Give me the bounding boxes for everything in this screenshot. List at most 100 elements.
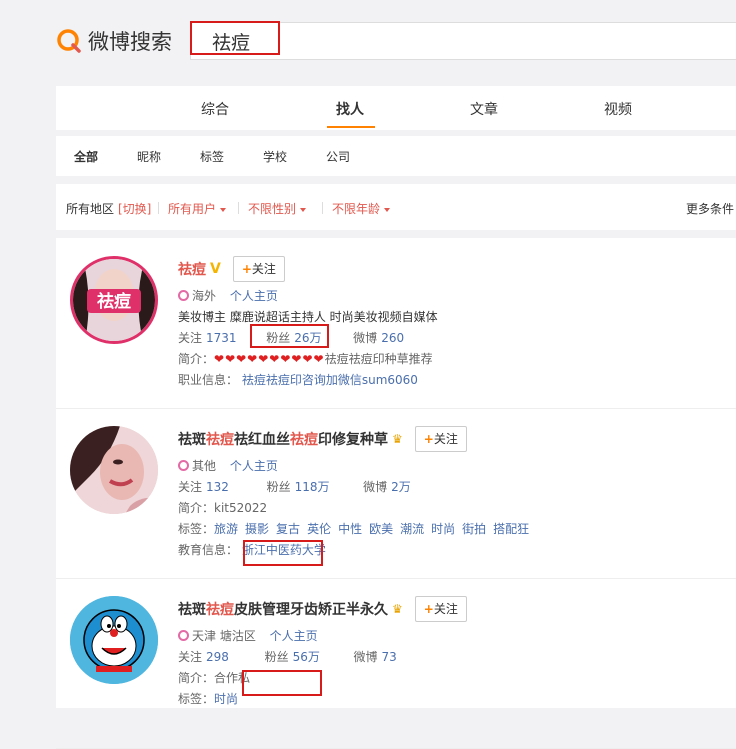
avatar[interactable] bbox=[70, 596, 158, 684]
avatar-image bbox=[70, 426, 158, 514]
subtab-company[interactable]: 公司 bbox=[326, 148, 350, 165]
user-name[interactable]: 祛斑 祛痘 祛红血丝 祛痘 印修复种草 ♛ +关注 bbox=[178, 426, 536, 452]
main-content: 综合 找人 文章 视频 全部 昵称 标签 学校 公司 所有地区 [切换] 所有用… bbox=[56, 84, 736, 749]
follow-button[interactable]: +关注 bbox=[232, 256, 285, 282]
tag[interactable]: 摄影 bbox=[245, 522, 269, 536]
follow-button-label: 关注 bbox=[433, 602, 458, 616]
filter-users-label: 所有用户 bbox=[168, 202, 217, 216]
plus-icon: + bbox=[241, 262, 252, 276]
search-tabs: 综合 找人 文章 视频 bbox=[56, 86, 736, 130]
fans-count[interactable]: 118万 bbox=[295, 480, 330, 494]
user-card: 祛痘 祛痘 V +关注 海外 个人主页 美妆博主 糜鹿说超话主持人 时尚美妆视频… bbox=[56, 238, 736, 409]
user-name[interactable]: 祛斑 祛痘 皮肤管理牙齿矫正半永久 ♛ +关注 bbox=[178, 596, 467, 622]
tag[interactable]: 复古 bbox=[276, 522, 300, 536]
job-text[interactable]: 祛痘祛痘印咨询加微信sum6060 bbox=[242, 373, 418, 387]
fans-count[interactable]: 56万 bbox=[293, 650, 320, 664]
plus-icon: + bbox=[423, 432, 434, 446]
homepage-link[interactable]: 个人主页 bbox=[230, 289, 278, 303]
following-count[interactable]: 298 bbox=[206, 650, 229, 664]
subtab-school[interactable]: 学校 bbox=[263, 148, 287, 165]
job-line: 职业信息： 祛痘祛痘印咨询加微信sum6060 bbox=[178, 370, 438, 391]
edu-label: 教育信息： bbox=[178, 543, 239, 557]
weibo-search-logo[interactable]: 微博搜索 bbox=[56, 26, 172, 56]
caret-down-icon bbox=[384, 207, 391, 212]
weibo-count[interactable]: 2万 bbox=[391, 480, 411, 494]
intro-label: 简介： bbox=[178, 671, 215, 685]
follow-button-label: 关注 bbox=[433, 432, 458, 446]
location-line: 其他 个人主页 bbox=[178, 456, 536, 477]
filter-region-switch[interactable]: [切换] bbox=[118, 200, 151, 217]
tags-label: 标签： bbox=[178, 692, 215, 706]
caret-down-icon bbox=[220, 207, 227, 212]
follow-button[interactable]: +关注 bbox=[414, 596, 467, 622]
weibo-count[interactable]: 73 bbox=[382, 650, 397, 664]
results-list: 祛痘 祛痘 V +关注 海外 个人主页 美妆博主 糜鹿说超话主持人 时尚美妆视频… bbox=[56, 238, 736, 749]
follow-button[interactable]: +关注 bbox=[414, 426, 467, 452]
user-name-highlight[interactable]: 祛痘 bbox=[206, 599, 234, 619]
tag[interactable]: 潮流 bbox=[400, 522, 424, 536]
filter-age[interactable]: 不限年龄 bbox=[332, 200, 391, 217]
intro-label: 简介： bbox=[178, 352, 215, 366]
user-name-part[interactable]: 祛斑 bbox=[178, 599, 206, 619]
avatar-logo-text: 祛痘 bbox=[97, 291, 131, 312]
tag[interactable]: 欧美 bbox=[369, 522, 393, 536]
tag[interactable]: 英伦 bbox=[307, 522, 331, 536]
user-name-part[interactable]: 祛红血丝 bbox=[234, 429, 290, 449]
filter-gender[interactable]: 不限性别 bbox=[248, 200, 307, 217]
user-name-highlight[interactable]: 祛痘 bbox=[178, 259, 206, 279]
subtab-nickname[interactable]: 昵称 bbox=[137, 148, 161, 165]
intro-line: 简介：kit52022 bbox=[178, 498, 536, 519]
user-name-part[interactable]: 皮肤管理牙齿矫正半永久 bbox=[234, 599, 388, 619]
tag[interactable]: 时尚 bbox=[431, 522, 455, 536]
tags-line: 标签：旅游 摄影 复古 英伦 中性 欧美 潮流 时尚 街拍 搭配狂 bbox=[178, 519, 536, 540]
tag[interactable]: 街拍 bbox=[462, 522, 486, 536]
logo-q-icon bbox=[57, 29, 81, 53]
location: 天津 塘沽区 bbox=[192, 629, 256, 643]
filter-gender-label: 不限性别 bbox=[248, 202, 297, 216]
logo-text: 微博搜索 bbox=[88, 30, 172, 54]
tab-general[interactable]: 综合 bbox=[201, 99, 229, 119]
user-name-part[interactable]: 祛斑 bbox=[178, 429, 206, 449]
tag[interactable]: 中性 bbox=[338, 522, 362, 536]
homepage-link[interactable]: 个人主页 bbox=[270, 629, 318, 643]
more-conditions-link[interactable]: 更多条件 bbox=[686, 200, 734, 217]
weibo-label: 微博 bbox=[353, 331, 378, 345]
annotation-box-search bbox=[190, 21, 280, 55]
avatar[interactable] bbox=[70, 426, 158, 514]
tag[interactable]: 搭配狂 bbox=[493, 522, 529, 536]
tab-videos[interactable]: 视频 bbox=[604, 99, 632, 119]
tag[interactable]: 时尚 bbox=[214, 692, 238, 706]
subtab-all[interactable]: 全部 bbox=[74, 148, 98, 165]
intro-line: 简介：合作私 bbox=[178, 668, 467, 689]
fans-label: 粉丝 bbox=[264, 650, 289, 664]
following-label: 关注 bbox=[178, 650, 203, 664]
homepage-link[interactable]: 个人主页 bbox=[230, 459, 278, 473]
user-name-part[interactable]: 印修复种草 bbox=[318, 429, 388, 449]
filter-users[interactable]: 所有用户 bbox=[168, 200, 227, 217]
user-name[interactable]: 祛痘 V +关注 bbox=[178, 256, 438, 282]
tags-label: 标签： bbox=[178, 522, 215, 536]
subtabs: 全部 昵称 标签 学校 公司 bbox=[56, 136, 736, 176]
verified-v-icon: V bbox=[210, 261, 221, 277]
location-line: 海外 个人主页 bbox=[178, 286, 438, 307]
weibo-label: 微博 bbox=[363, 480, 388, 494]
active-tab-indicator bbox=[327, 126, 375, 128]
hearts-icon: ❤❤❤❤❤❤❤❤❤❤ bbox=[214, 352, 325, 366]
female-icon bbox=[178, 290, 189, 301]
following-count[interactable]: 132 bbox=[206, 480, 229, 494]
location-line: 天津 塘沽区 个人主页 bbox=[178, 626, 467, 647]
divider bbox=[238, 202, 239, 214]
user-card: 祛斑 祛痘 皮肤管理牙齿矫正半永久 ♛ +关注 天津 塘沽区 个人主页 关注 298 … bbox=[56, 578, 736, 749]
user-info: 祛斑 祛痘 祛红血丝 祛痘 印修复种草 ♛ +关注 其他 个人主页 关注 132 粉丝 11… bbox=[178, 426, 536, 561]
fans-label: 粉丝 bbox=[266, 480, 291, 494]
tab-articles[interactable]: 文章 bbox=[470, 99, 498, 119]
user-name-highlight[interactable]: 祛痘 bbox=[290, 429, 318, 449]
tag[interactable]: 旅游 bbox=[214, 522, 238, 536]
plus-icon: + bbox=[423, 602, 434, 616]
user-name-highlight[interactable]: 祛痘 bbox=[206, 429, 234, 449]
subtab-tags[interactable]: 标签 bbox=[200, 148, 224, 165]
avatar[interactable]: 祛痘 bbox=[70, 256, 158, 344]
following-count[interactable]: 1731 bbox=[206, 331, 237, 345]
weibo-count[interactable]: 260 bbox=[381, 331, 404, 345]
tab-find-people[interactable]: 找人 bbox=[336, 99, 364, 119]
